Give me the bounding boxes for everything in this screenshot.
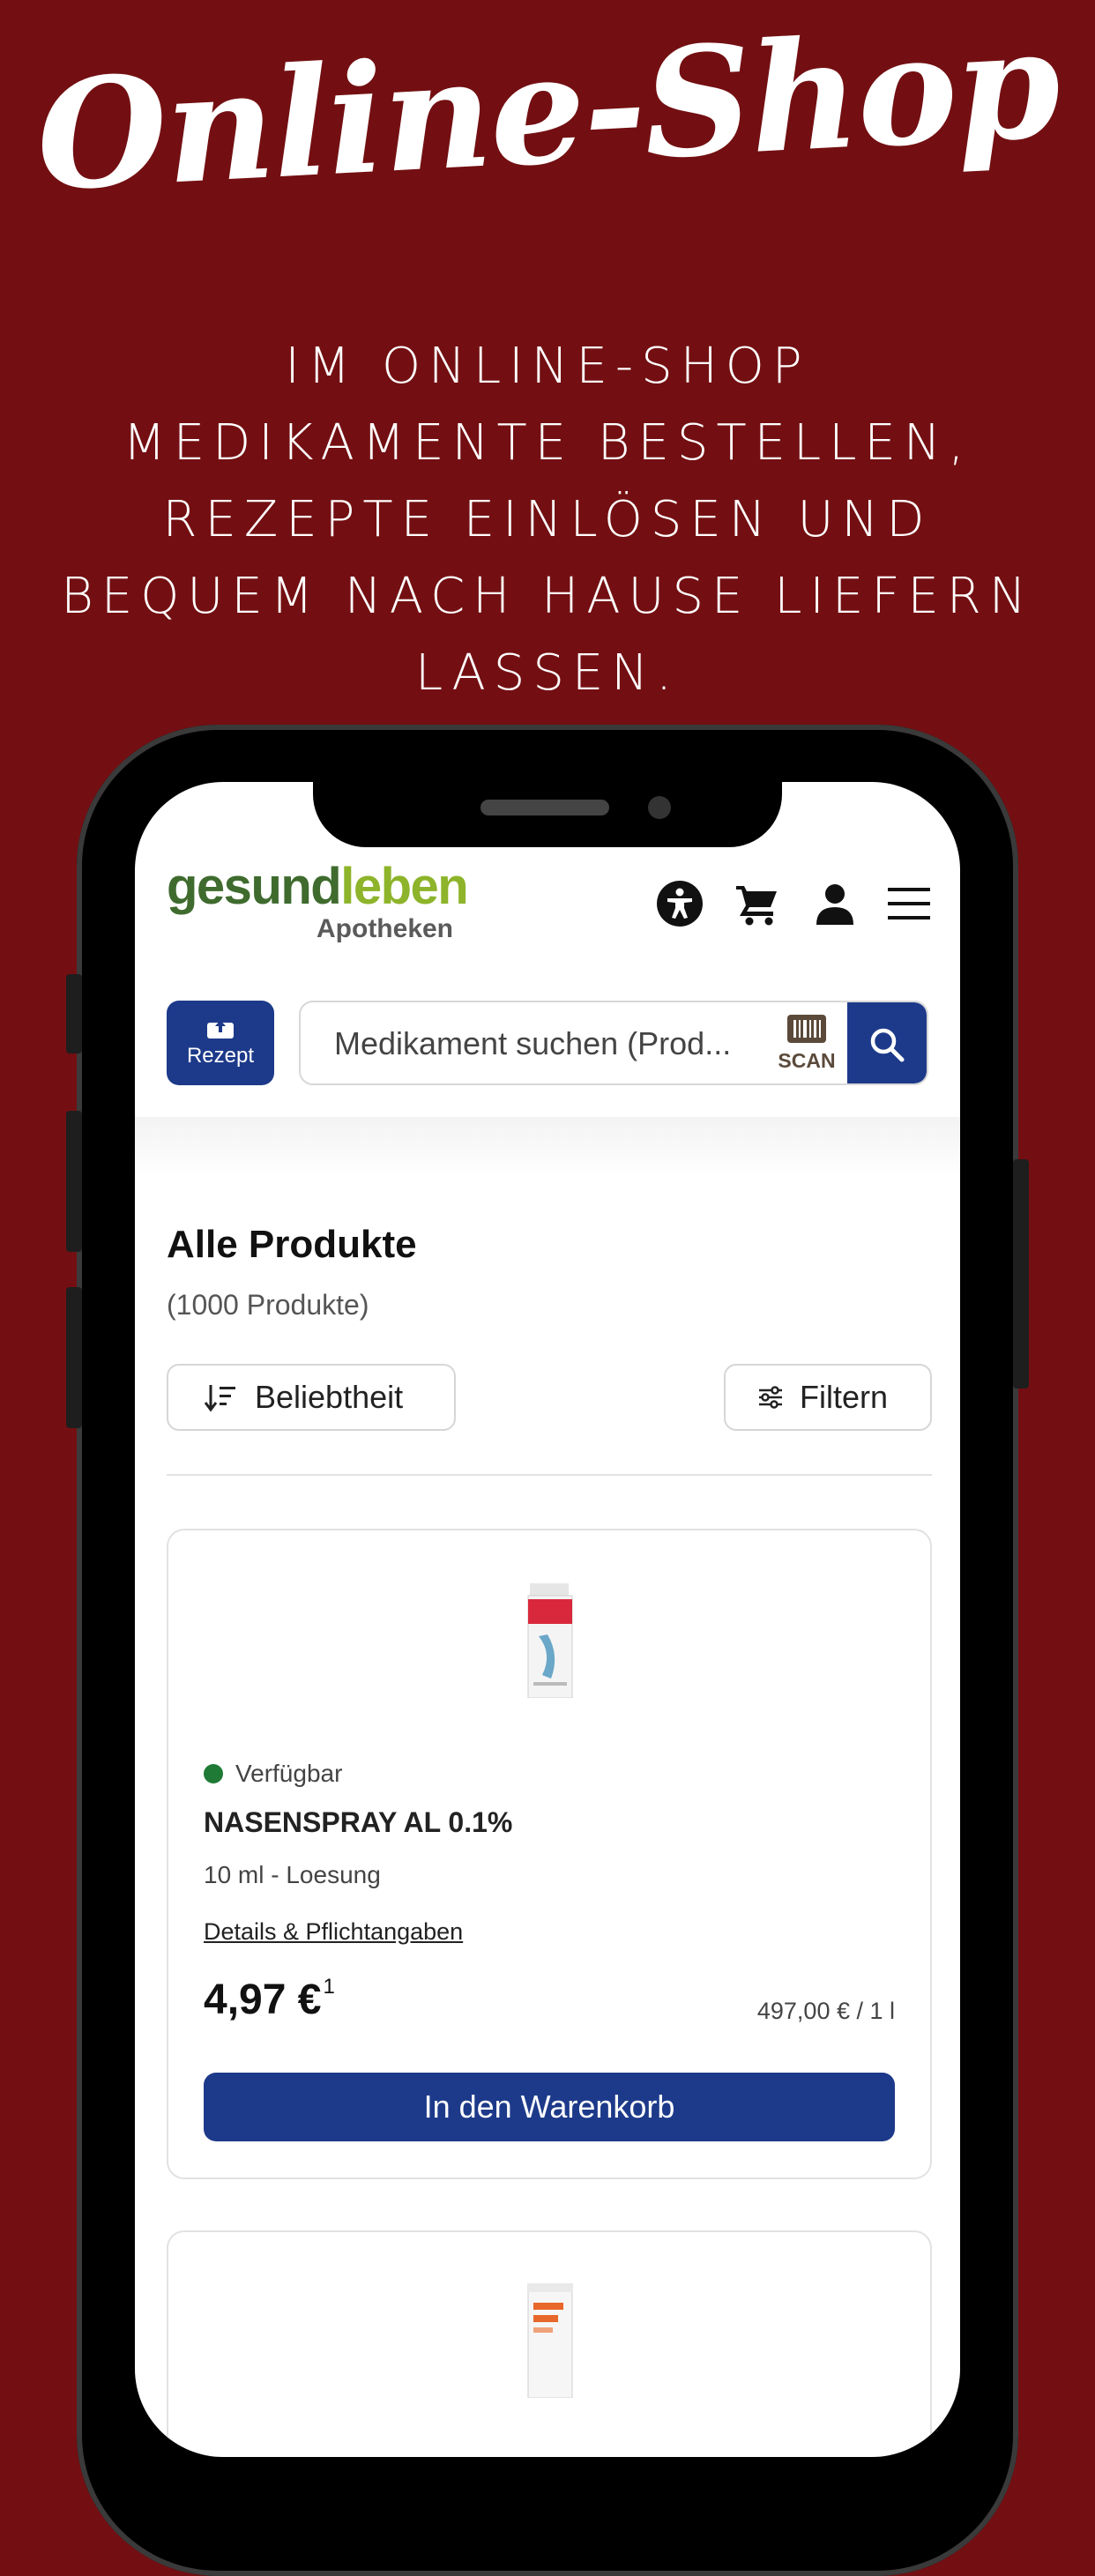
logo-brand-dark: gesund [167,858,342,915]
product-name[interactable]: NASENSPRAY AL 0.1% [204,1806,512,1839]
price-footnote: 1 [323,1975,335,1999]
logo-brand-light: leben [340,858,469,915]
logo-subtitle: Apotheken [317,914,454,943]
user-icon[interactable] [810,879,860,928]
brand-logo[interactable]: gesundleben Apotheken [167,858,469,944]
search-bar: SCAN [299,1001,928,1085]
availability-status: Verfügbar [204,1760,342,1788]
menu-icon[interactable] [884,879,934,928]
phone-speaker [480,800,609,815]
hero-subtitle: IM ONLINE-SHOP MEDIKAMENTE BESTELLEN, RE… [61,338,1034,702]
product-image [527,2283,573,2398]
product-count: (1000 Produkte) [167,1289,369,1321]
hero-title: Online-Shop [32,0,1063,226]
accessibility-icon[interactable] [655,879,704,928]
product-card[interactable]: Verfügbar NASENSPRAY AL 0.1% 10 ml - Loe… [167,1529,932,2179]
app-screen: gesundleben Apotheken Rezept SCAN Alle P… [135,782,960,2457]
sort-button[interactable]: Beliebtheit [167,1364,456,1431]
prescription-label: Rezept [186,1044,255,1068]
search-button[interactable] [847,1002,927,1083]
barcode-icon [787,1015,826,1043]
filter-button[interactable]: Filtern [724,1364,932,1431]
cart-icon[interactable] [733,879,782,928]
availability-dot [204,1764,223,1783]
sort-icon [204,1385,235,1412]
product-image [527,1583,573,1698]
phone-side-button [66,1287,82,1428]
filter-icon [759,1386,782,1409]
phone-side-button [66,1111,82,1252]
availability-label: Verfügbar [235,1760,343,1787]
phone-side-button [66,974,82,1053]
page-title: Alle Produkte [167,1223,417,1266]
search-input[interactable] [332,1002,777,1083]
phone-camera [648,796,671,819]
sort-label: Beliebtheit [255,1379,404,1415]
filter-label: Filtern [800,1379,889,1415]
search-icon [870,1028,905,1062]
unit-price: 497,00 € / 1 l [756,1998,895,2024]
scan-label: SCAN [778,1049,836,1072]
product-card[interactable] [167,2230,932,2457]
prescription-upload-icon [207,1020,234,1039]
scan-button[interactable]: SCAN [771,1015,842,1073]
prescription-button[interactable]: Rezept [167,1001,274,1085]
divider [167,1474,932,1476]
header-shadow [135,1117,960,1179]
add-to-cart-button[interactable]: In den Warenkorb [204,2073,895,2141]
phone-side-button [1013,1159,1029,1389]
product-price: 4,97 €1 [204,1975,335,2024]
price-value: 4,97 € [204,1977,322,2023]
details-link[interactable]: Details & Pflichtangaben [204,1918,463,1946]
phone-notch [313,782,782,847]
product-volume: 10 ml - Loesung [204,1861,381,1888]
